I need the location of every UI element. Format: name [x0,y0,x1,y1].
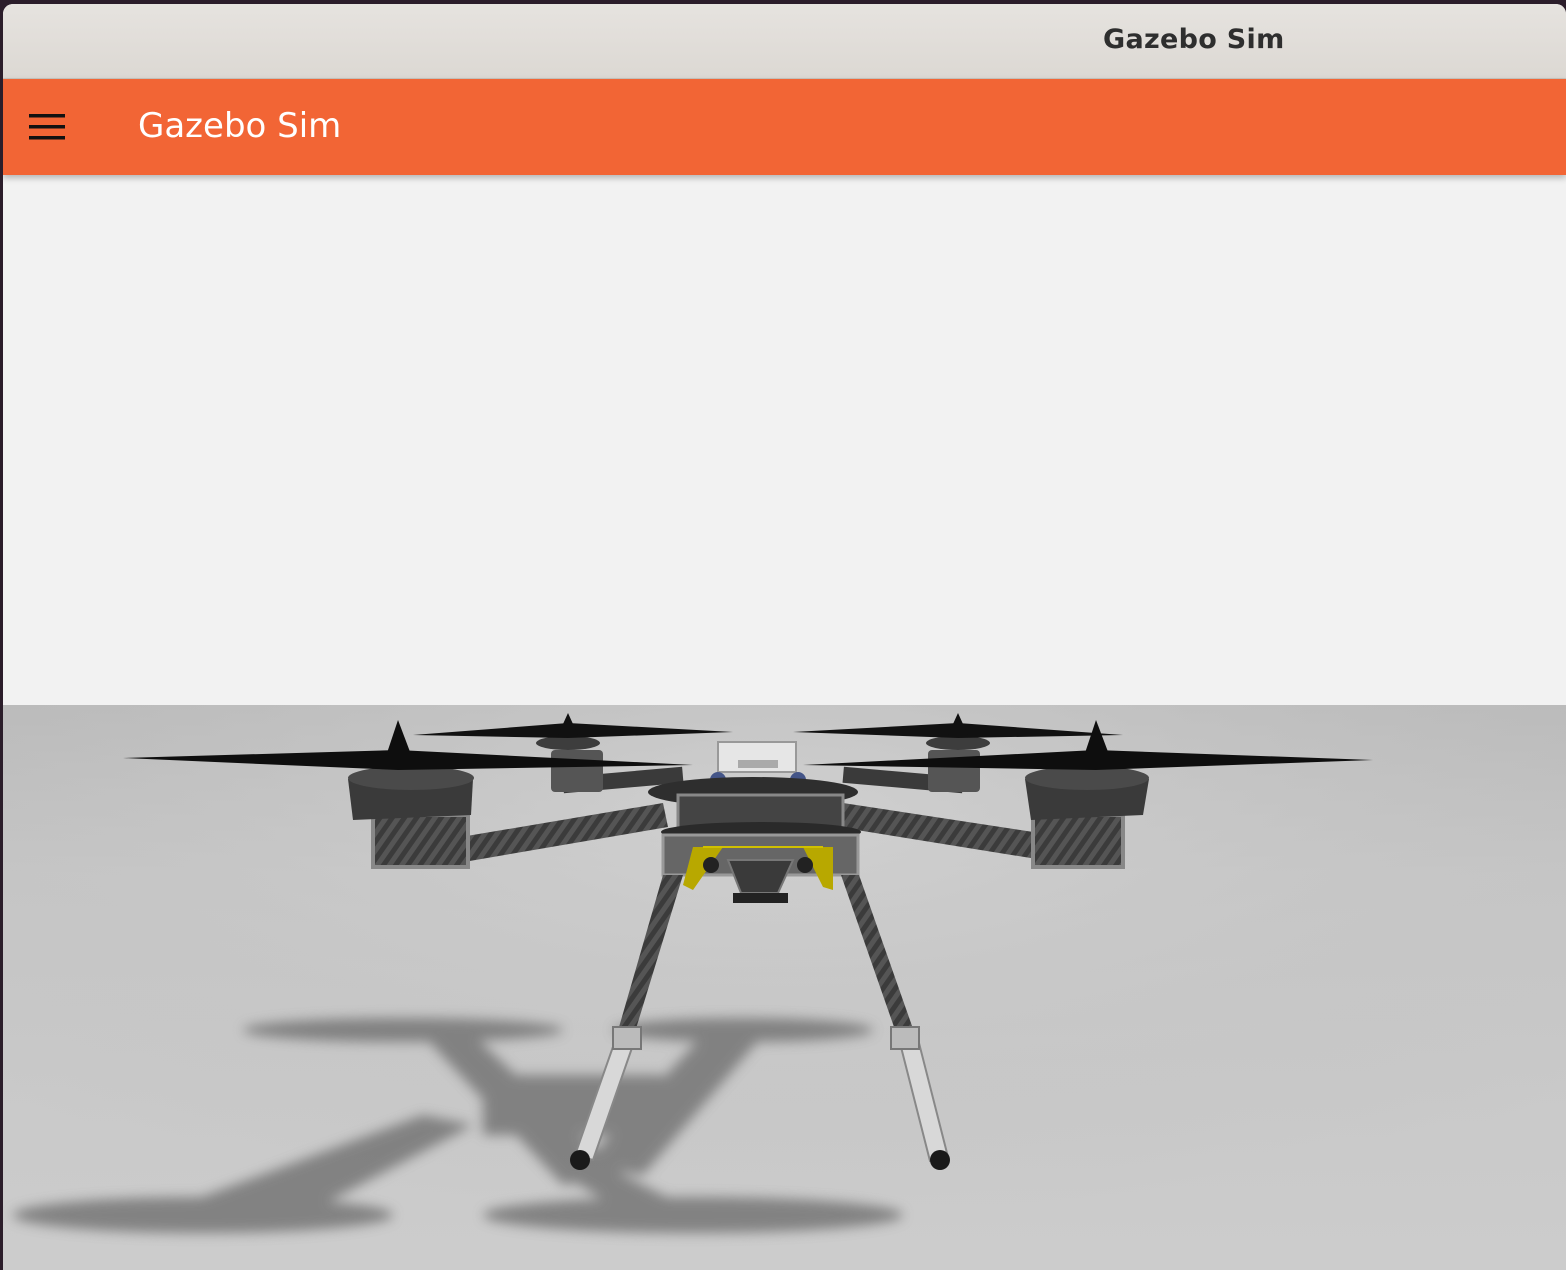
app-toolbar: Gazebo Sim [3,79,1566,175]
app-title: Gazebo Sim [138,106,342,146]
3d-scene-viewport[interactable] [3,175,1566,1270]
app-window: Gazebo Sim Gazebo Sim [3,4,1566,1270]
scene-render [3,175,1566,1270]
window-titlebar[interactable]: Gazebo Sim [3,4,1566,79]
menu-button[interactable] [19,99,75,155]
hamburger-menu-icon [29,114,65,140]
sky-background [3,175,1566,705]
window-title: Gazebo Sim [1103,24,1285,55]
